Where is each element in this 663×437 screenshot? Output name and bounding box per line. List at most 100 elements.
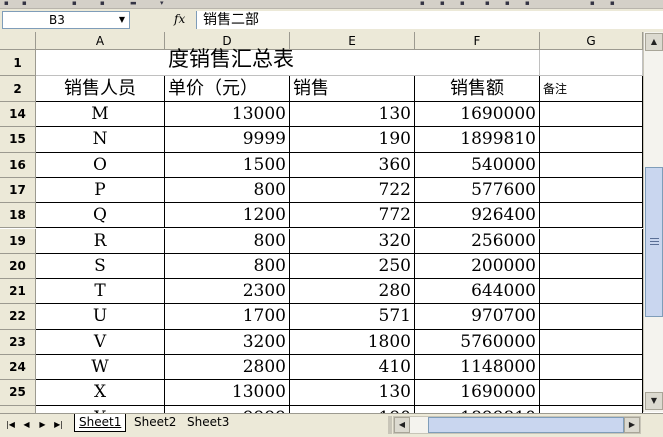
cell-amount[interactable]: 1690000 [415, 102, 540, 128]
cell-name[interactable]: X [36, 380, 165, 406]
cell-note[interactable] [540, 228, 643, 254]
column-header-g[interactable]: G [540, 32, 643, 50]
align-right-icon[interactable]: ▪ [525, 0, 535, 7]
cell-qty[interactable]: 571 [290, 304, 415, 330]
scroll-down-icon[interactable]: ▼ [645, 392, 663, 410]
vertical-scrollbar[interactable]: ▲ ▼ [643, 32, 663, 412]
tab-sheet3[interactable]: Sheet3 [183, 414, 233, 431]
cell-price[interactable]: 1700 [165, 304, 290, 330]
next-sheet-icon[interactable]: ▶ [36, 418, 49, 431]
cell-price[interactable]: 1500 [165, 152, 290, 178]
row-header[interactable]: 17 [0, 177, 36, 204]
row-header[interactable]: 15 [0, 127, 36, 153]
cell-qty[interactable]: 722 [290, 177, 415, 204]
cell-note[interactable] [540, 279, 643, 305]
cell-note[interactable] [540, 355, 643, 381]
row-header[interactable]: 19 [0, 228, 36, 254]
row-header[interactable]: 20 [0, 253, 36, 280]
new-icon[interactable]: ▪ [4, 0, 14, 7]
tab-split-handle[interactable] [388, 416, 392, 434]
cell-amount[interactable]: 256000 [415, 228, 540, 254]
cell-qty[interactable]: 320 [290, 228, 415, 254]
cell-amount[interactable]: 577600 [415, 177, 540, 204]
cell-amount[interactable]: 1148000 [415, 355, 540, 381]
cell-qty[interactable]: 360 [290, 152, 415, 178]
row-header[interactable]: 18 [0, 203, 36, 229]
header-cell-note[interactable]: 备注 [540, 76, 643, 102]
cell-qty[interactable]: 250 [290, 253, 415, 280]
chevron-down-icon[interactable]: ▼ [119, 12, 125, 28]
cell-note[interactable] [540, 152, 643, 178]
name-box[interactable]: B3 ▼ [2, 11, 130, 29]
row-header[interactable]: 16 [0, 152, 36, 178]
column-header-f[interactable]: F [415, 32, 540, 50]
row-header[interactable]: 21 [0, 279, 36, 305]
last-sheet-icon[interactable]: ▶| [52, 418, 65, 431]
cell-price[interactable]: 13000 [165, 380, 290, 406]
cell-qty[interactable]: 130 [290, 380, 415, 406]
column-header-a[interactable]: A [36, 32, 165, 50]
row-header[interactable]: 14 [0, 102, 36, 128]
cell-qty[interactable]: 130 [290, 102, 415, 128]
cell-qty[interactable]: 280 [290, 279, 415, 305]
bold-icon[interactable]: ▪ [420, 0, 430, 7]
cell-note[interactable] [540, 380, 643, 406]
align-center-icon[interactable]: ▪ [505, 0, 515, 7]
merge-icon[interactable]: ▪ [590, 0, 600, 7]
row-header[interactable]: 23 [0, 329, 36, 355]
cell-name[interactable]: T [36, 279, 165, 305]
cell-g1[interactable] [540, 50, 643, 76]
cell-note[interactable] [540, 203, 643, 229]
cell-price[interactable]: 800 [165, 177, 290, 204]
cell-note[interactable] [540, 102, 643, 128]
underline-icon[interactable]: ▪ [460, 0, 470, 7]
cell-qty[interactable]: 190 [290, 127, 415, 153]
cell-amount[interactable]: 970700 [415, 304, 540, 330]
cell-price[interactable]: 3200 [165, 329, 290, 355]
scroll-right-icon[interactable]: ▶ [624, 417, 640, 433]
cell-note[interactable] [540, 329, 643, 355]
cell-amount[interactable]: 1899810 [415, 127, 540, 153]
vertical-scroll-thumb[interactable] [645, 167, 663, 317]
currency-icon[interactable]: ▪ [610, 0, 620, 7]
header-cell-price[interactable]: 单价（元） [165, 76, 290, 102]
row-header[interactable]: 1 [0, 50, 36, 76]
cell-name[interactable]: U [36, 304, 165, 330]
cell-name[interactable]: M [36, 102, 165, 128]
align-left-icon[interactable]: ▪ [485, 0, 495, 7]
cell-name[interactable]: P [36, 177, 165, 204]
cell-price[interactable]: 9999 [165, 127, 290, 153]
cell-name[interactable]: Q [36, 203, 165, 229]
cell-amount[interactable]: 1690000 [415, 380, 540, 406]
cell-price[interactable]: 800 [165, 253, 290, 280]
cell-qty[interactable]: 410 [290, 355, 415, 381]
cell-name[interactable]: W [36, 355, 165, 381]
header-cell-qty[interactable]: 销售 [290, 76, 415, 102]
cell-price[interactable]: 2800 [165, 355, 290, 381]
cell-amount[interactable]: 644000 [415, 279, 540, 305]
select-all-corner[interactable] [0, 32, 36, 50]
cell-note[interactable] [540, 304, 643, 330]
cell-name[interactable]: O [36, 152, 165, 178]
fx-icon[interactable]: fx [174, 12, 185, 26]
paste-icon[interactable]: ▪ [100, 0, 110, 7]
cell-name[interactable]: S [36, 253, 165, 280]
row-header[interactable]: 24 [0, 355, 36, 381]
cell-note[interactable] [540, 177, 643, 204]
cell-price[interactable]: 800 [165, 228, 290, 254]
tab-sheet1[interactable]: Sheet1 [74, 414, 127, 432]
cell-name[interactable]: R [36, 228, 165, 254]
cell-amount[interactable]: 926400 [415, 203, 540, 229]
cell-amount[interactable]: 200000 [415, 253, 540, 280]
cell-note[interactable] [540, 127, 643, 153]
cell-note[interactable] [540, 253, 643, 280]
row-header[interactable]: 22 [0, 304, 36, 330]
cell-name[interactable]: V [36, 329, 165, 355]
first-sheet-icon[interactable]: |◀ [4, 418, 17, 431]
cell-qty[interactable]: 1800 [290, 329, 415, 355]
tab-sheet2[interactable]: Sheet2 [130, 414, 180, 431]
print-icon[interactable]: ▪ [72, 0, 82, 7]
column-header-e[interactable]: E [290, 32, 415, 50]
formula-input[interactable]: 销售二部 [196, 11, 663, 29]
cell-amount[interactable]: 540000 [415, 152, 540, 178]
